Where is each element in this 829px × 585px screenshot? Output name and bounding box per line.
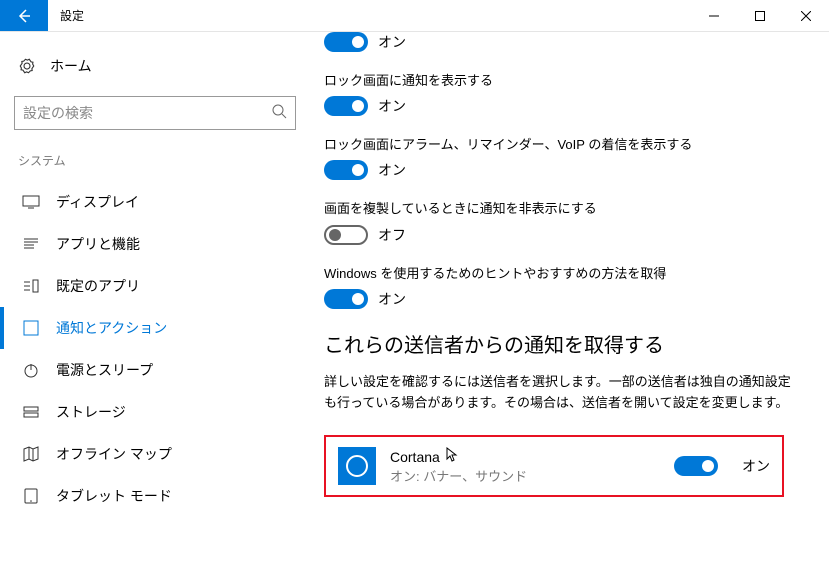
toggle-row[interactable]: オン — [324, 96, 799, 116]
cursor-icon — [446, 447, 458, 466]
toggle-row[interactable]: オフ — [324, 225, 799, 245]
sender-cortana[interactable]: Cortana オン: バナー、サウンド オン — [324, 435, 784, 497]
toggle-state-label: オン — [378, 96, 406, 116]
sidebar-item-label: アプリと機能 — [56, 234, 140, 254]
map-icon — [22, 445, 40, 463]
sender-name: Cortana — [390, 449, 440, 465]
toggle-row[interactable]: オン — [324, 160, 799, 180]
senders-section-description: 詳しい設定を確認するには送信者を選択します。一部の送信者は独自の通知設定も行って… — [324, 372, 799, 414]
tablet-icon — [22, 487, 40, 505]
setting-hide-when-duplicating: 画面を複製しているときに通知を非表示にする オフ — [324, 200, 799, 244]
toggle-switch[interactable] — [324, 160, 368, 180]
toggle-partial[interactable]: オン — [324, 32, 799, 52]
sidebar: ホーム システム ディスプレイ アプリと機能 既定のアプリ 通知とアクション — [0, 32, 310, 585]
search-box[interactable] — [14, 96, 296, 130]
sender-toggle-state-label: オン — [742, 456, 770, 476]
setting-label: Windows を使用するためのヒントやおすすめの方法を取得 — [324, 265, 799, 283]
sidebar-item-apps[interactable]: アプリと機能 — [0, 223, 310, 265]
sender-info: Cortana オン: バナー、サウンド — [390, 447, 660, 485]
sender-subtitle: オン: バナー、サウンド — [390, 466, 660, 485]
sidebar-item-label: オフライン マップ — [56, 444, 172, 464]
home-button[interactable]: ホーム — [0, 46, 310, 86]
setting-label: ロック画面にアラーム、リマインダー、VoIP の着信を表示する — [324, 136, 799, 154]
search-input[interactable] — [23, 105, 271, 121]
setting-label: 画面を複製しているときに通知を非表示にする — [324, 200, 799, 218]
toggle-switch[interactable] — [324, 96, 368, 116]
maximize-button[interactable] — [737, 0, 783, 31]
display-icon — [22, 193, 40, 211]
sidebar-item-storage[interactable]: ストレージ — [0, 391, 310, 433]
sender-name-row: Cortana — [390, 447, 660, 466]
setting-lockscreen-notifications: ロック画面に通知を表示する オン — [324, 72, 799, 116]
setting-label: ロック画面に通知を表示する — [324, 72, 799, 90]
arrow-left-icon — [16, 8, 32, 24]
toggle-switch[interactable] — [324, 32, 368, 52]
minimize-button[interactable] — [691, 0, 737, 31]
power-icon — [22, 361, 40, 379]
default-apps-icon — [22, 277, 40, 295]
toggle-state-label: オフ — [378, 225, 406, 245]
sidebar-item-label: 電源とスリープ — [56, 360, 153, 380]
cortana-icon — [338, 447, 376, 485]
sidebar-item-tablet-mode[interactable]: タブレット モード — [0, 475, 310, 517]
notifications-icon — [22, 319, 40, 337]
search-icon — [271, 103, 287, 124]
home-label: ホーム — [50, 56, 92, 76]
setting-windows-tips: Windows を使用するためのヒントやおすすめの方法を取得 オン — [324, 265, 799, 309]
storage-icon — [22, 403, 40, 421]
sender-toggle-switch[interactable] — [674, 456, 718, 476]
sidebar-item-label: タブレット モード — [56, 486, 172, 506]
window-controls — [691, 0, 829, 31]
toggle-switch[interactable] — [324, 289, 368, 309]
titlebar: 設定 — [0, 0, 829, 32]
senders-section-title: これらの送信者からの通知を取得する — [324, 329, 799, 358]
sidebar-item-label: 通知とアクション — [56, 318, 167, 338]
setting-lockscreen-alarms: ロック画面にアラーム、リマインダー、VoIP の着信を表示する オン — [324, 136, 799, 180]
toggle-row[interactable]: オン — [324, 289, 799, 309]
sidebar-item-power[interactable]: 電源とスリープ — [0, 349, 310, 391]
window-title: 設定 — [48, 0, 691, 31]
sidebar-item-display[interactable]: ディスプレイ — [0, 181, 310, 223]
sidebar-item-offline-maps[interactable]: オフライン マップ — [0, 433, 310, 475]
back-button[interactable] — [0, 0, 48, 31]
apps-icon — [22, 235, 40, 253]
sidebar-item-label: 既定のアプリ — [56, 276, 140, 296]
toggle-state-label: オン — [378, 289, 406, 309]
toggle-switch[interactable] — [324, 225, 368, 245]
close-button[interactable] — [783, 0, 829, 31]
gear-icon — [18, 57, 36, 75]
sidebar-item-default-apps[interactable]: 既定のアプリ — [0, 265, 310, 307]
sidebar-item-notifications[interactable]: 通知とアクション — [0, 307, 310, 349]
sidebar-item-label: ストレージ — [56, 402, 126, 422]
sidebar-item-label: ディスプレイ — [56, 192, 139, 212]
toggle-state-label: オン — [378, 32, 406, 52]
content-area: オン ロック画面に通知を表示する オン ロック画面にアラーム、リマインダー、Vo… — [310, 32, 829, 585]
sidebar-section-header: システム — [0, 148, 310, 181]
toggle-state-label: オン — [378, 160, 406, 180]
